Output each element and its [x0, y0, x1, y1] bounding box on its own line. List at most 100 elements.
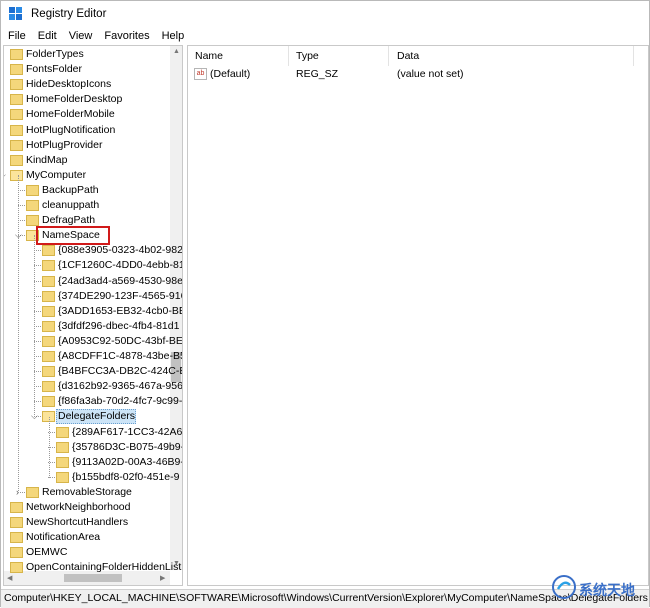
- tree-item[interactable]: {3dfdf296-dbec-4fb4-81d1: [4, 319, 179, 334]
- scroll-up-icon[interactable]: ▲: [173, 48, 180, 55]
- tree-item[interactable]: {289AF617-1CC3-42A6-: [4, 425, 182, 440]
- registry-editor-window: Registry Editor File Edit View Favorites…: [0, 0, 650, 608]
- tree-item-label: BackupPath: [42, 183, 99, 196]
- tree-item-label: HomeFolderMobile: [26, 108, 115, 121]
- tree-item-label: {f86fa3ab-70d2-4fc7-9c99-: [58, 395, 183, 408]
- tree-item[interactable]: HotPlugProvider: [4, 138, 170, 153]
- menu-help[interactable]: Help: [162, 30, 185, 42]
- tree-item[interactable]: {b155bdf8-02f0-451e-9: [4, 470, 179, 485]
- folder-icon: [10, 94, 23, 106]
- tree-connector: [34, 310, 41, 312]
- watermark: 系统天地: [551, 574, 643, 604]
- tree-item[interactable]: › RemovableStorage: [4, 485, 170, 500]
- tree-item[interactable]: HotPlugNotification: [4, 123, 170, 138]
- folder-icon: [10, 169, 23, 181]
- tree-item-label: {A0953C92-50DC-43bf-BE8: [58, 334, 183, 347]
- tree-item-label: {374DE290-123F-4565-9164: [58, 289, 183, 302]
- column-header-name[interactable]: Name: [195, 50, 223, 62]
- column-divider[interactable]: [388, 46, 389, 66]
- tree-item[interactable]: {f86fa3ab-70d2-4fc7-9c99-: [4, 394, 182, 409]
- folder-icon: [42, 396, 55, 408]
- tree-item-label: {d3162b92-9365-467a-956b: [58, 380, 183, 393]
- tree-item-label: {088e3905-0323-4b02-9826: [58, 244, 183, 257]
- column-header-data[interactable]: Data: [397, 50, 419, 62]
- tree-item[interactable]: {1CF1260C-4DD0-4ebb-811: [4, 258, 182, 273]
- tree-item[interactable]: {B4BFCC3A-DB2C-424C-B0: [4, 364, 182, 379]
- column-divider[interactable]: [288, 46, 289, 66]
- tree-item[interactable]: HomeFolderDesktop: [4, 92, 170, 107]
- folder-icon: [10, 517, 23, 529]
- tree-item[interactable]: OEMWC: [4, 545, 170, 560]
- values-pane[interactable]: Name Type Data ab (Default) REG_SZ (valu…: [187, 45, 649, 586]
- expand-chevron-icon[interactable]: ⌵: [4, 170, 6, 179]
- tree-item-label: NetworkNeighborhood: [26, 501, 131, 513]
- value-data: (value not set): [397, 68, 464, 80]
- tree-item-label: cleanuppath: [42, 199, 100, 211]
- tree-item[interactable]: {9113A02D-00A3-46B9-: [4, 455, 182, 470]
- menu-view[interactable]: View: [69, 30, 93, 42]
- folder-icon: [42, 290, 55, 302]
- tree-item-label: {9113A02D-00A3-46B9-: [72, 455, 183, 468]
- tree-connector: [34, 250, 41, 252]
- tree-item[interactable]: {35786D3C-B075-49b9-: [4, 440, 182, 455]
- tree-connector: [18, 220, 25, 222]
- tree-item-label: HotPlugProvider: [26, 138, 103, 151]
- folder-icon: [10, 154, 23, 166]
- tree-item[interactable]: HomeFolderMobile: [4, 107, 170, 122]
- column-divider[interactable]: [633, 46, 634, 66]
- tree-connector: [34, 295, 41, 297]
- folder-icon: [42, 366, 55, 378]
- column-header-type[interactable]: Type: [296, 50, 319, 62]
- tree-connector: [18, 189, 25, 191]
- string-value-icon: ab: [194, 68, 207, 80]
- tree-item[interactable]: ⌵ MyComputer: [4, 168, 170, 183]
- tree-item[interactable]: FolderTypes: [4, 47, 170, 62]
- tree-item[interactable]: HideDesktopIcons: [4, 77, 170, 92]
- tree-guide-line: [49, 416, 50, 478]
- menu-edit[interactable]: Edit: [38, 30, 57, 42]
- tree-item-label: {B4BFCC3A-DB2C-424C-B0: [58, 365, 183, 378]
- folder-icon: [42, 275, 55, 287]
- tree-item-label: NewShortcutHandlers: [26, 516, 129, 529]
- folder-icon: [42, 305, 55, 317]
- tree-item[interactable]: NetworkNeighborhood: [4, 500, 170, 515]
- tree-item-label: {35786D3C-B075-49b9-: [72, 440, 183, 453]
- key-tree-pane[interactable]: ▲ ▼ ◀ ▶ FolderTypes FontsFolder HideDeskto…: [3, 45, 183, 586]
- folder-icon: [10, 139, 23, 151]
- tree-item[interactable]: cleanuppath: [4, 198, 170, 213]
- folder-icon: [26, 215, 39, 227]
- tree-connector: [34, 401, 41, 403]
- tree-item[interactable]: {3ADD1653-EB32-4cb0-BBI: [4, 304, 182, 319]
- tree-item-label: HotPlugNotification: [26, 123, 116, 136]
- tree-connector: [18, 205, 25, 206]
- tree-item[interactable]: NotificationArea: [4, 530, 170, 545]
- tree-item-label: HideDesktopIcons: [26, 78, 112, 91]
- menu-favorites[interactable]: Favorites: [104, 30, 149, 42]
- tree-guide-line: [18, 174, 19, 493]
- registry-editor-icon: [8, 6, 24, 22]
- tree-item-label: OpenContainingFolderHiddenList: [26, 561, 182, 574]
- folder-icon: [42, 381, 55, 393]
- tree-item[interactable]: OpenContainingFolderHiddenList: [4, 560, 181, 575]
- tree-item[interactable]: {088e3905-0323-4b02-9826: [4, 243, 182, 258]
- tree-item[interactable]: {374DE290-123F-4565-9164: [4, 289, 182, 304]
- window-title: Registry Editor: [31, 8, 107, 20]
- menu-file[interactable]: File: [8, 30, 26, 42]
- tree-connector: [34, 265, 41, 267]
- tree-item[interactable]: {A8CDFF1C-4878-43be-B5I: [4, 349, 182, 364]
- tree-item[interactable]: KindMap: [4, 153, 170, 168]
- tree-item-label: NotificationArea: [26, 531, 101, 544]
- folder-icon: [56, 456, 69, 468]
- tree-item[interactable]: {A0953C92-50DC-43bf-BE8: [4, 334, 182, 349]
- tree-item[interactable]: {24ad3ad4-a569-4530-98e1: [4, 274, 182, 289]
- tree-item[interactable]: NewShortcutHandlers: [4, 515, 170, 530]
- tree-item[interactable]: FontsFolder: [4, 62, 170, 77]
- tree-item[interactable]: ⌵ DelegateFolders: [4, 409, 170, 425]
- folder-icon: [26, 184, 39, 196]
- folder-icon: [42, 351, 55, 362]
- tree-item[interactable]: BackupPath: [4, 183, 170, 198]
- value-name[interactable]: (Default): [210, 68, 250, 80]
- folder-icon: [10, 124, 23, 136]
- tree-item[interactable]: ⌵ NameSpace: [4, 226, 170, 246]
- tree-item[interactable]: {d3162b92-9365-467a-956b: [4, 379, 182, 394]
